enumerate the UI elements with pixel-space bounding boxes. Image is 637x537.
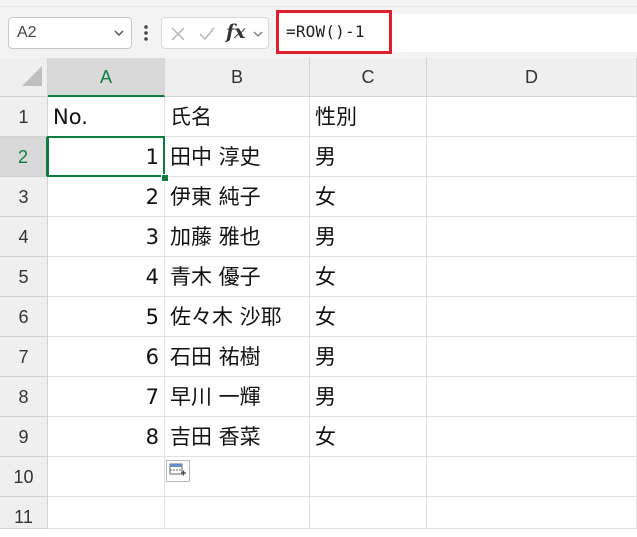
cell-d1[interactable] xyxy=(427,97,637,137)
cell-c5[interactable]: 女 xyxy=(310,257,427,297)
cell-c10[interactable] xyxy=(310,457,427,497)
cell-b6[interactable]: 佐々木 沙耶 xyxy=(165,297,310,337)
row-header-9[interactable]: 9 xyxy=(0,417,48,457)
cell-d5[interactable] xyxy=(427,257,637,297)
cell-d7[interactable] xyxy=(427,337,637,377)
cell-a3[interactable]: 2 xyxy=(48,177,165,217)
paste-options-button[interactable] xyxy=(166,460,190,482)
highlight-box xyxy=(276,10,392,54)
column-header-c[interactable]: C xyxy=(310,58,427,97)
cell-b2[interactable]: 田中 淳史 xyxy=(165,137,310,177)
cell-c6[interactable]: 女 xyxy=(310,297,427,337)
cell-c8[interactable]: 男 xyxy=(310,377,427,417)
cell-b7[interactable]: 石田 祐樹 xyxy=(165,337,310,377)
cell-d2[interactable] xyxy=(427,137,637,177)
cell-d8[interactable] xyxy=(427,377,637,417)
cell-c9[interactable]: 女 xyxy=(310,417,427,457)
select-all-icon xyxy=(22,66,42,86)
cell-a10[interactable] xyxy=(48,457,165,497)
more-vertical-icon[interactable] xyxy=(141,22,151,44)
cell-a9[interactable]: 8 xyxy=(48,417,165,457)
cell-d3[interactable] xyxy=(427,177,637,217)
cell-a2[interactable]: 1 xyxy=(48,137,165,177)
row-header-8[interactable]: 8 xyxy=(0,377,48,417)
formula-bar-area: A2 fx =ROW()-1 xyxy=(0,0,637,58)
name-box-value: A2 xyxy=(17,24,37,41)
ribbon-edge xyxy=(0,0,637,7)
cell-d6[interactable] xyxy=(427,297,637,337)
row-header-10[interactable]: 10 xyxy=(0,457,48,497)
cell-c7[interactable]: 男 xyxy=(310,337,427,377)
cell-b9[interactable]: 吉田 香菜 xyxy=(165,417,310,457)
row-header-3[interactable]: 3 xyxy=(0,177,48,217)
cell-c2[interactable]: 男 xyxy=(310,137,427,177)
cell-a1[interactable]: No. xyxy=(48,97,165,137)
row-header-1[interactable]: 1 xyxy=(0,97,48,137)
chevron-down-icon[interactable] xyxy=(113,27,125,39)
cell-a6[interactable]: 5 xyxy=(48,297,165,337)
paste-options-icon xyxy=(169,463,186,476)
row-header-2[interactable]: 2 xyxy=(0,137,48,177)
enter-check-icon[interactable] xyxy=(198,26,216,42)
row-header-7[interactable]: 7 xyxy=(0,337,48,377)
cell-b3[interactable]: 伊東 純子 xyxy=(165,177,310,217)
cell-d11[interactable] xyxy=(427,497,637,529)
column-header-a[interactable]: A xyxy=(48,58,165,97)
cell-d9[interactable] xyxy=(427,417,637,457)
row-header-4[interactable]: 4 xyxy=(0,217,48,257)
cell-b5[interactable]: 青木 優子 xyxy=(165,257,310,297)
cell-a11[interactable] xyxy=(48,497,165,529)
spreadsheet-grid: A B C D 1 2 3 4 5 6 7 8 9 10 11 No. 氏名 性… xyxy=(0,58,637,529)
cell-c11[interactable] xyxy=(310,497,427,529)
cancel-x-icon[interactable] xyxy=(170,26,186,42)
fx-icon[interactable]: fx xyxy=(226,21,246,43)
cell-b11[interactable] xyxy=(165,497,310,529)
cell-a4[interactable]: 3 xyxy=(48,217,165,257)
cell-c3[interactable]: 女 xyxy=(310,177,427,217)
row-header-5[interactable]: 5 xyxy=(0,257,48,297)
formula-controls: fx xyxy=(161,17,269,49)
cell-c4[interactable]: 男 xyxy=(310,217,427,257)
name-box[interactable]: A2 xyxy=(8,17,132,49)
row-header-11[interactable]: 11 xyxy=(0,497,48,529)
cell-c1[interactable]: 性別 xyxy=(310,97,427,137)
fill-handle[interactable] xyxy=(161,174,169,182)
cell-d4[interactable] xyxy=(427,217,637,257)
cell-a5[interactable]: 4 xyxy=(48,257,165,297)
cell-d10[interactable] xyxy=(427,457,637,497)
cell-b8[interactable]: 早川 一輝 xyxy=(165,377,310,417)
cell-a7[interactable]: 6 xyxy=(48,337,165,377)
cell-b4[interactable]: 加藤 雅也 xyxy=(165,217,310,257)
row-header-6[interactable]: 6 xyxy=(0,297,48,337)
column-header-b[interactable]: B xyxy=(165,58,310,97)
chevron-down-icon[interactable] xyxy=(252,28,264,40)
cell-b1[interactable]: 氏名 xyxy=(165,97,310,137)
select-all-button[interactable] xyxy=(0,58,48,97)
cell-a8[interactable]: 7 xyxy=(48,377,165,417)
column-header-d[interactable]: D xyxy=(427,58,637,97)
